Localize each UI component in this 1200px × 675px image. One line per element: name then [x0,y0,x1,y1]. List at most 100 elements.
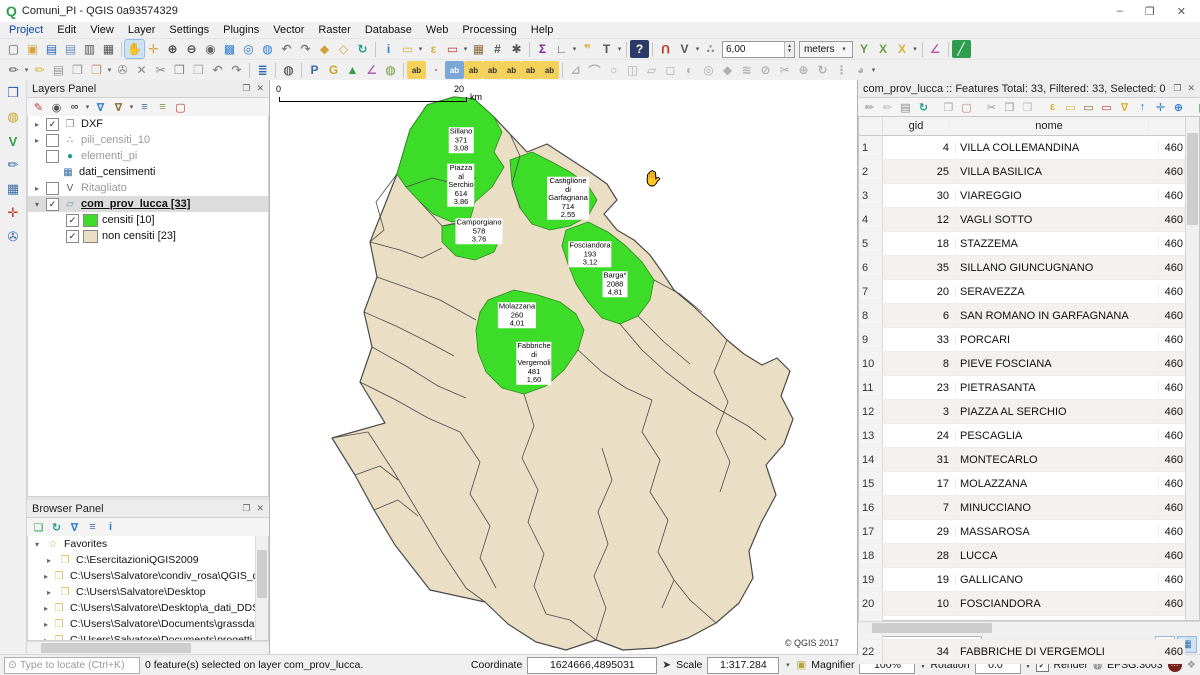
table-row[interactable]: 167MINUCCIANO460 [859,496,1185,520]
globe-plugin-icon[interactable]: ◍ [381,61,400,79]
float-panel-icon[interactable]: ❐ [242,503,250,514]
close-button[interactable]: ✕ [1177,5,1186,18]
menu-project[interactable]: Project [2,23,50,37]
menu-edit[interactable]: Edit [50,23,83,37]
table-row[interactable]: 225VILLA BASILICA460 [859,160,1185,184]
options-icon[interactable]: ✱ [507,40,526,58]
split-features-icon[interactable]: ✂ [775,61,794,79]
table-row[interactable]: 933PORCARI460 [859,328,1185,352]
python-console-icon[interactable]: P [305,61,324,79]
measure-icon[interactable]: ∟ [552,40,571,58]
measure-dropdown[interactable]: ▾ [571,45,578,53]
zoom-to-selection-icon[interactable]: ◎ [239,40,258,58]
statistics-icon[interactable]: Σ [533,40,552,58]
table-row[interactable]: 1828LUCCA460 [859,544,1185,568]
new-project-icon[interactable]: ▢ [4,40,23,58]
move-label-icon[interactable]: ab [502,61,521,79]
copy-icon[interactable]: ❒ [1001,99,1018,115]
layer-checkbox[interactable] [46,150,59,163]
paste-style-icon[interactable]: ❐ [87,61,106,79]
layer-checkbox[interactable] [46,182,59,195]
snap-mode-icon[interactable]: ∴ [701,40,720,58]
browser-hscrollbar[interactable] [27,641,269,654]
expander-icon[interactable]: ▸ [32,184,42,193]
paste-icon[interactable]: ❒ [1019,99,1036,115]
browser-folder-item[interactable]: ▸❒C:\Users\Salvatore\Desktop\a_dati_DDS_… [28,600,268,616]
circle-radius-icon[interactable]: ◕ [851,61,870,79]
close-panel-icon[interactable]: ✕ [1187,83,1195,94]
open-project-icon[interactable]: ▣ [23,40,42,58]
layer-checkbox[interactable]: ✓ [66,214,79,227]
highlight-labels-icon[interactable]: ab [483,61,502,79]
snapping-magnet-icon[interactable]: U [656,40,675,58]
snap-on-intersection-icon[interactable]: X [874,40,893,58]
manage-map-themes-icon[interactable]: ∞ [66,99,83,115]
float-panel-icon[interactable]: ❐ [1173,83,1181,94]
menu-layer[interactable]: Layer [121,23,163,37]
select-features-dropdown[interactable]: ▾ [417,45,424,53]
snap-tolerance-input[interactable]: 6,00▲▼ [722,41,795,58]
table-row[interactable]: 635SILLANO GIUNCUGNANO460 [859,256,1185,280]
table-row[interactable]: 1123PIETRASANTA460 [859,376,1185,400]
select-features-icon[interactable]: ▭ [398,40,417,58]
mouse-position-icon[interactable]: ➤ [662,659,671,671]
grass-region-icon[interactable]: G [324,61,343,79]
filter-select-icon[interactable]: ∇ [1116,99,1133,115]
simplify-feature-icon[interactable]: ⋮ [832,61,851,79]
zoom-out-icon[interactable]: ⊖ [182,40,201,58]
filter-legend-icon[interactable]: ∇ [92,99,109,115]
filter-browser-icon[interactable]: ∇ [66,519,83,535]
browser-folder-item[interactable]: ▸❒C:\Users\Salvatore\condiv_rosa\QGIS_da… [28,568,268,584]
collapse-all-icon[interactable]: ≡ [84,519,101,535]
text-annotation-dropdown[interactable]: ▾ [616,45,623,53]
open-attribute-table-icon[interactable]: ▦ [469,40,488,58]
reshape-icon[interactable]: ≋ [737,61,756,79]
pan-map-icon[interactable]: ✋ [125,40,144,58]
layer-item-DXF[interactable]: ▸✓❒DXF [28,116,268,132]
properties-widget-icon[interactable]: i [102,519,119,535]
fill-ring-icon[interactable]: ◐ [680,61,699,79]
browser-vscrollbar[interactable] [255,536,268,640]
table-row[interactable]: 1729MASSAROSA460 [859,520,1185,544]
add-part-icon[interactable]: ◆ [718,61,737,79]
zoom-last-icon[interactable]: ↶ [277,40,296,58]
manage-map-themes-dropdown[interactable]: ▾ [84,103,91,111]
metasearch-icon[interactable]: ? [630,40,649,58]
new-field-icon[interactable]: ▦ [1195,99,1200,115]
save-edits-icon[interactable]: ▤ [897,99,914,115]
table-row[interactable]: 14VILLA COLLEMANDINA460 [859,136,1185,160]
deselect-all-icon[interactable]: ▭ [1098,99,1115,115]
table-row[interactable]: 123PIAZZA AL SERCHIO460 [859,400,1185,424]
menu-raster[interactable]: Raster [311,23,357,37]
menu-help[interactable]: Help [524,23,561,37]
copy-features-icon[interactable]: ❒ [170,61,189,79]
zoom-full-icon[interactable]: ▩ [220,40,239,58]
locate-search-input[interactable]: ⊙ Type to locate (Ctrl+K) [4,657,140,674]
delete-selected-icon[interactable]: ✕ [132,61,151,79]
layout-manager-icon[interactable]: ▦ [99,40,118,58]
filter-legend-by-map-icon[interactable]: ◉ [48,99,65,115]
menu-vector[interactable]: Vector [266,23,311,37]
attribute-table-hscrollbar[interactable] [858,621,1200,634]
show-bookmarks-icon[interactable]: ◇ [334,40,353,58]
menu-settings[interactable]: Settings [162,23,216,37]
pin-labels-icon[interactable]: ab [464,61,483,79]
zoom-to-selection-icon[interactable]: ⊕ [1170,99,1187,115]
rotate-label-icon[interactable]: ab [521,61,540,79]
filter-by-expression-icon[interactable]: ∇ [110,99,127,115]
browser-favorites[interactable]: ▾☆Favorites [28,536,268,552]
coordinate-input[interactable]: 1624666,4895031 [527,657,657,674]
layer-labeling-icon[interactable]: ab [407,61,426,79]
layer-item-censiti[interactable]: ✓censiti [10] [28,212,268,228]
topology-checker-icon[interactable]: ✇ [4,228,23,246]
add-selected-layers-icon[interactable]: ❏ [30,519,47,535]
save-layer-edits-icon[interactable]: ▤ [49,61,68,79]
minimize-button[interactable]: – [1117,5,1123,18]
save-project-as-icon[interactable]: ▤ [61,40,80,58]
rotate-feature-icon[interactable]: ↻ [813,61,832,79]
elevation-profile-icon[interactable]: ∠ [926,40,945,58]
new-shapefile-layer-icon[interactable]: ✏ [4,156,23,174]
georeferencer-icon[interactable]: ✛ [4,204,23,222]
column-header-gid[interactable]: gid [883,120,950,132]
undo-icon[interactable]: ↶ [208,61,227,79]
